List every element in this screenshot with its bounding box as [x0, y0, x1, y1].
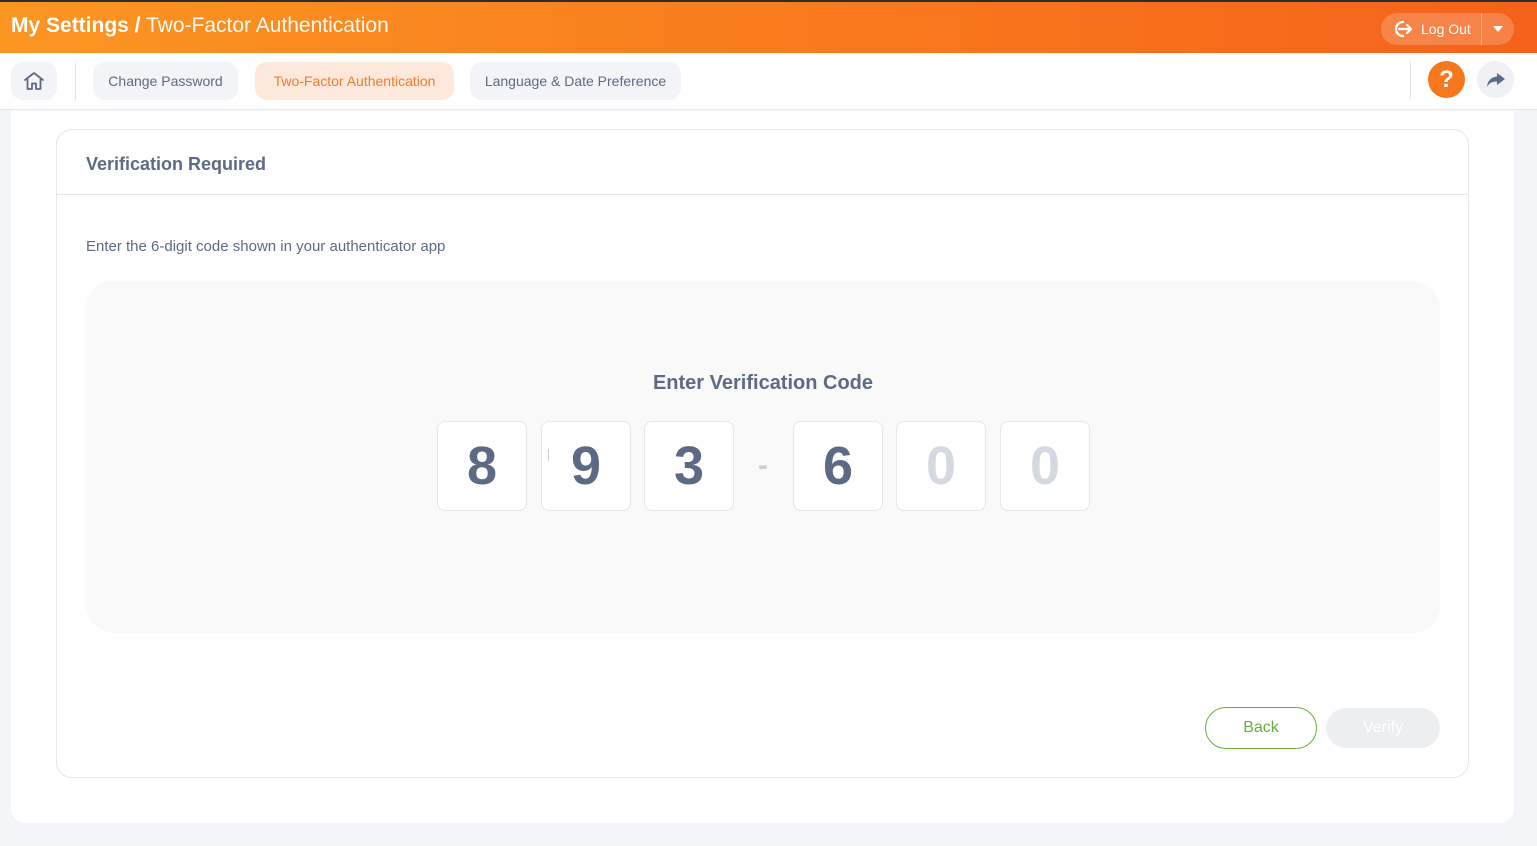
logout-icon: [1394, 20, 1413, 38]
code-digit-6[interactable]: 0: [1000, 421, 1090, 511]
verification-card: Verification Required Enter the 6-digit …: [56, 129, 1469, 778]
card-header: Verification Required: [57, 130, 1468, 195]
tab-language-date-preference[interactable]: Language & Date Preference: [470, 62, 681, 100]
home-button[interactable]: [11, 62, 57, 100]
code-digit-2[interactable]: 9: [541, 421, 631, 511]
nav-divider: [75, 63, 76, 100]
help-button[interactable]: ?: [1428, 61, 1465, 98]
code-title: Enter Verification Code: [652, 372, 874, 394]
nav-divider-right: [1410, 61, 1411, 99]
page-title: My Settings / Two-Factor Authentication: [11, 14, 389, 38]
code-digit-1[interactable]: 8: [437, 421, 527, 511]
share-button[interactable]: [1477, 61, 1514, 98]
chevron-down-icon: [1493, 26, 1503, 32]
top-bar: My Settings / Two-Factor Authentication …: [0, 0, 1537, 53]
instruction-text: Enter the 6-digit code shown in your aut…: [86, 238, 446, 255]
title-sub: Two-Factor Authentication: [146, 14, 389, 37]
logout-menu-toggle[interactable]: [1482, 13, 1514, 45]
logout-label: Log Out: [1421, 21, 1471, 37]
verify-button[interactable]: Verify: [1326, 708, 1440, 748]
share-icon: [1486, 72, 1505, 87]
settings-nav: Change Password Two-Factor Authenticatio…: [0, 53, 1537, 110]
logout-group: Log Out: [1381, 13, 1514, 45]
code-digit-3[interactable]: 3: [644, 421, 734, 511]
tab-two-factor-authentication[interactable]: Two-Factor Authentication: [255, 62, 454, 100]
code-separator: -: [758, 449, 768, 482]
text-cursor: [548, 449, 549, 461]
help-icon: ?: [1439, 65, 1454, 93]
tab-change-password[interactable]: Change Password: [93, 62, 238, 100]
code-digit-4[interactable]: 6: [793, 421, 883, 511]
logout-button[interactable]: Log Out: [1381, 13, 1481, 45]
code-digit-5[interactable]: 0: [896, 421, 986, 511]
card-title: Verification Required: [86, 154, 267, 174]
back-button[interactable]: Back: [1205, 707, 1317, 749]
code-entry-panel: Enter Verification Code 8 9 3 - 6 0 0: [86, 281, 1440, 633]
home-icon: [24, 72, 44, 90]
title-main: My Settings /: [11, 14, 141, 37]
